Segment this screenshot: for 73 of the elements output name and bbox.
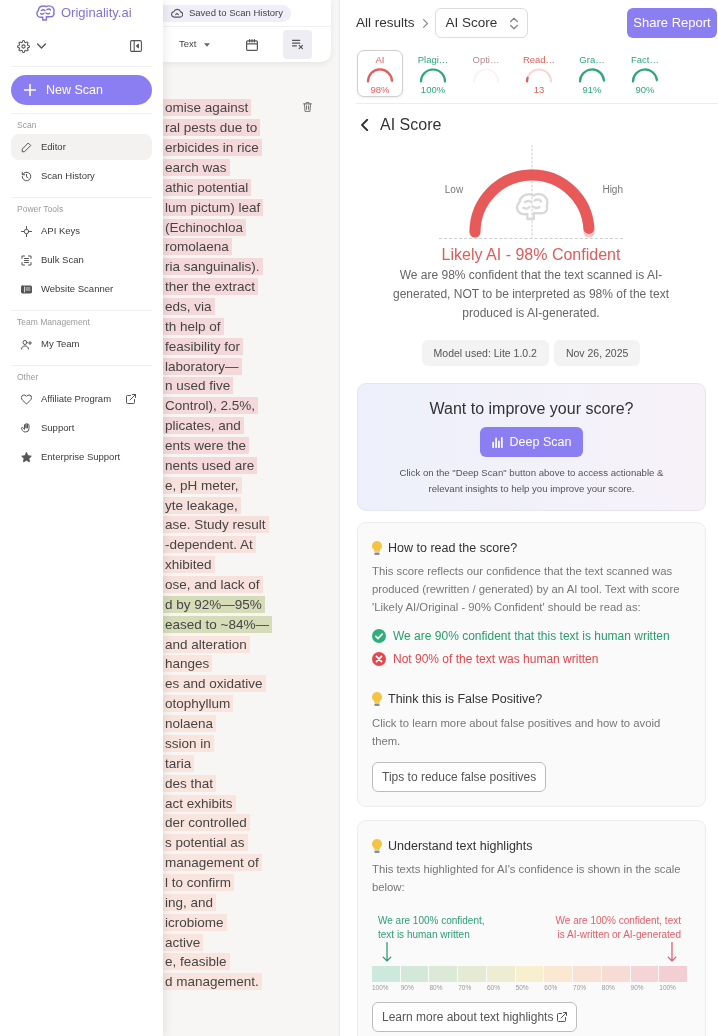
caret-down-icon: [204, 42, 211, 47]
sidebar-item[interactable]: Website Scanner: [11, 276, 152, 302]
lightbulb-icon: [372, 839, 382, 853]
trash-icon[interactable]: [303, 101, 312, 113]
chevron-down-icon: [37, 43, 46, 49]
heart-icon: [21, 393, 32, 405]
format-dropdown[interactable]: Text: [179, 37, 211, 52]
back-icon[interactable]: [361, 119, 369, 131]
save-status-text: Saved to Scan History: [189, 5, 283, 20]
hand-icon: [21, 422, 32, 434]
cross-circle-icon: [372, 652, 386, 666]
bar-chart-icon: [491, 436, 503, 448]
plus-icon: [24, 84, 36, 96]
card-heading: Understand text highlights: [388, 838, 533, 855]
sidebar-item[interactable]: Affiliate Program: [11, 386, 152, 412]
score-view-select[interactable]: AI Score: [434, 8, 528, 38]
human-caption: We are 100% confident, text is human written: [378, 914, 486, 942]
card-heading: Think this is False Positive?: [388, 691, 543, 708]
add-user-icon: [21, 338, 32, 350]
clear-format-button[interactable]: [283, 30, 312, 59]
section-label: Team Management: [16, 316, 91, 329]
score-tab[interactable]: AI 98%: [357, 50, 403, 97]
scan-frame-icon: [21, 254, 32, 266]
down-arrow-icon: [382, 942, 392, 962]
logo-text: Originality.ai: [61, 4, 132, 23]
down-arrow-icon: [667, 942, 677, 962]
card-text: Click to learn more about false positives and how to avoid them.: [372, 716, 662, 749]
sidebar-item[interactable]: Support: [11, 415, 152, 441]
settings-dropdown[interactable]: [17, 39, 46, 53]
section-label: Scan: [16, 119, 38, 132]
sidebar-item[interactable]: Editor: [11, 134, 152, 160]
browser-window-icon: [21, 283, 32, 295]
chevron-right-icon: [422, 18, 428, 28]
low-label: Low: [444, 183, 464, 197]
lightbulb-icon: [372, 541, 382, 555]
cloud-icon: [171, 8, 183, 18]
sidebar-item[interactable]: Scan History: [11, 163, 152, 189]
ai-caption: We are 100% confident, text is AI-written or AI-generated: [554, 914, 681, 942]
card-note: Click on the "Deep Scan" button above to access actionable & relevant insights to help you improve your score.: [398, 466, 665, 496]
learn-more-button[interactable]: Learn more about text highlights: [372, 1002, 578, 1032]
tips-button[interactable]: Tips to reduce false positives: [372, 762, 547, 792]
brain-icon: [36, 5, 55, 21]
crosshair-icon: [21, 225, 32, 237]
history-icon: [21, 170, 32, 182]
sidebar-item[interactable]: Bulk Scan: [11, 247, 152, 273]
section-label: Power Tools: [16, 203, 65, 216]
card-text: This texts highlighted for AI's confidence is shown in the scale below:: [372, 862, 682, 895]
sidebar-item[interactable]: API Keys: [11, 218, 152, 244]
card-text: This score reflects our confidence that the text scanned was produced (rewritten / generated) by an AI tool. Text with score 'Likely AI/Original - 90% Confident' should be read as:: [372, 564, 681, 615]
section-title: AI Score: [380, 115, 442, 135]
clear-format-icon: [292, 39, 303, 50]
statement-text: Not 90% of the text was human written: [393, 651, 599, 668]
check-circle-icon: [372, 629, 386, 643]
pencil-icon: [21, 141, 32, 153]
all-results-link[interactable]: All results: [356, 12, 415, 34]
scan-info-text: Model used: Lite 1.0.2: [421, 340, 549, 366]
high-label: High: [602, 183, 623, 197]
statement-text: We are 90% confident that this text is human written: [393, 628, 670, 645]
up-down-chevron-icon: [509, 16, 518, 30]
star-icon: [21, 451, 32, 463]
lightbulb-icon: [372, 692, 382, 706]
sidebar-item[interactable]: My Team: [11, 331, 152, 357]
verdict-text: Likely AI - 98% Confident: [440, 245, 622, 265]
card-heading: How to read the score?: [388, 540, 518, 557]
external-link-icon: [557, 1012, 568, 1022]
description-text: We are 98% confident that the text scanned is AI-generated, NOT to be interpreted as 98% of the text produced is AI-generated.: [392, 267, 670, 322]
sidebar-toggle-icon[interactable]: [130, 40, 142, 52]
section-label: Other: [16, 371, 40, 384]
sidebar-item[interactable]: Enterprise Support: [11, 444, 152, 470]
scan-info-text: Nov 26, 2025: [553, 340, 641, 366]
calendar-icon[interactable]: [246, 38, 259, 51]
card-title: Want to improve your score?: [428, 399, 635, 419]
settings-icon: [17, 39, 30, 53]
